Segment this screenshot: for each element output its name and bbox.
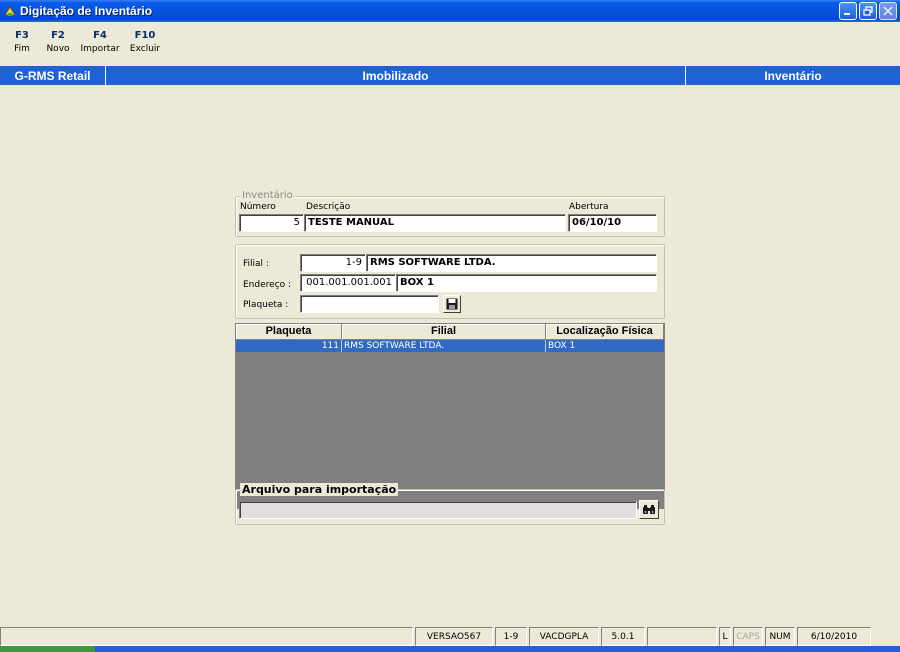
col-localizacao[interactable]: Localização Física xyxy=(546,324,664,340)
novo-button[interactable]: F2 Novo xyxy=(40,22,76,66)
status-caps: CAPS xyxy=(733,627,763,646)
fim-button[interactable]: F3 Fim xyxy=(4,22,40,66)
endereco-label: Endereço : xyxy=(243,280,292,290)
restore-button[interactable] xyxy=(859,2,877,20)
save-button[interactable] xyxy=(443,295,461,313)
start-button[interactable] xyxy=(0,646,95,652)
fim-key: F3 xyxy=(15,30,29,41)
excluir-label: Excluir xyxy=(129,44,161,54)
close-icon xyxy=(883,6,893,16)
plaqueta-field[interactable] xyxy=(300,295,439,313)
table-row[interactable]: 111 RMS SOFTWARE LTDA. BOX 1 xyxy=(236,340,664,352)
fim-label: Fim xyxy=(14,44,30,54)
import-path-field[interactable] xyxy=(239,501,637,519)
col-plaqueta[interactable]: Plaqueta xyxy=(236,324,342,340)
band-module: Imobilizado xyxy=(106,66,686,85)
module-header-band: G-RMS Retail Imobilizado Inventário xyxy=(0,66,900,85)
descricao-field[interactable]: TESTE MANUAL xyxy=(304,214,566,232)
restore-icon xyxy=(863,6,873,16)
filial-name-field: RMS SOFTWARE LTDA. xyxy=(366,254,657,272)
excluir-button[interactable]: F10 Excluir xyxy=(124,22,166,66)
minimize-icon xyxy=(844,13,850,15)
excluir-key: F10 xyxy=(134,30,156,41)
taskbar-strip xyxy=(0,646,900,652)
cell-localizacao: BOX 1 xyxy=(548,341,576,351)
numero-field[interactable]: 5 xyxy=(239,214,304,232)
abertura-field[interactable]: 06/10/10 xyxy=(568,214,657,232)
abertura-label: Abertura xyxy=(569,202,609,212)
plaquetas-grid[interactable]: Plaqueta Filial Localização Física 111 R… xyxy=(235,323,665,509)
band-function: Inventário xyxy=(764,68,822,83)
title-bar[interactable]: Digitação de Inventário xyxy=(0,0,900,22)
novo-label: Novo xyxy=(46,44,70,54)
floppy-disk-icon xyxy=(446,298,458,310)
browse-button[interactable] xyxy=(639,500,659,519)
function-key-toolbar: F3 Fim F2 Novo F4 Importar F10 Excluir xyxy=(0,22,900,66)
status-release: 5.0.1 xyxy=(601,627,645,646)
status-blank xyxy=(647,627,717,646)
importar-key: F4 xyxy=(93,30,107,41)
inventario-legend: Inventário xyxy=(240,190,295,201)
app-icon xyxy=(4,6,16,16)
window-title: Digitação de Inventário xyxy=(20,4,153,18)
status-bar: VERSAO567 1-9 VACDGPLA 5.0.1 L CAPS NUM … xyxy=(0,627,900,646)
endereco-name-field: BOX 1 xyxy=(396,274,657,292)
close-button[interactable] xyxy=(879,2,897,20)
band-system: G-RMS Retail xyxy=(0,66,106,85)
endereco-code-field[interactable]: 001.001.001.001 xyxy=(300,274,396,292)
status-num: NUM xyxy=(765,627,795,646)
importacao-legend: Arquivo para importação xyxy=(240,483,399,496)
col-filial[interactable]: Filial xyxy=(342,324,546,340)
cell-filial: RMS SOFTWARE LTDA. xyxy=(342,340,546,352)
importar-button[interactable]: F4 Importar xyxy=(76,22,124,66)
novo-key: F2 xyxy=(51,30,65,41)
binoculars-icon xyxy=(643,505,655,514)
filial-label: Filial : xyxy=(243,259,269,269)
plaqueta-label: Plaqueta : xyxy=(243,300,289,310)
status-date: 6/10/2010 xyxy=(797,627,871,646)
minimize-button[interactable] xyxy=(839,2,857,20)
status-message xyxy=(0,627,413,646)
status-program: VACDGPLA xyxy=(529,627,599,646)
status-version: VERSAO567 xyxy=(415,627,493,646)
descricao-label: Descrição xyxy=(306,202,351,212)
importar-label: Importar xyxy=(80,44,120,54)
cell-plaqueta: 111 xyxy=(236,340,342,352)
filial-code-field[interactable]: 1-9 xyxy=(300,254,366,272)
numero-label: Número xyxy=(240,202,276,212)
status-filial: 1-9 xyxy=(495,627,527,646)
grid-header: Plaqueta Filial Localização Física xyxy=(236,324,664,340)
status-l: L xyxy=(719,627,731,646)
